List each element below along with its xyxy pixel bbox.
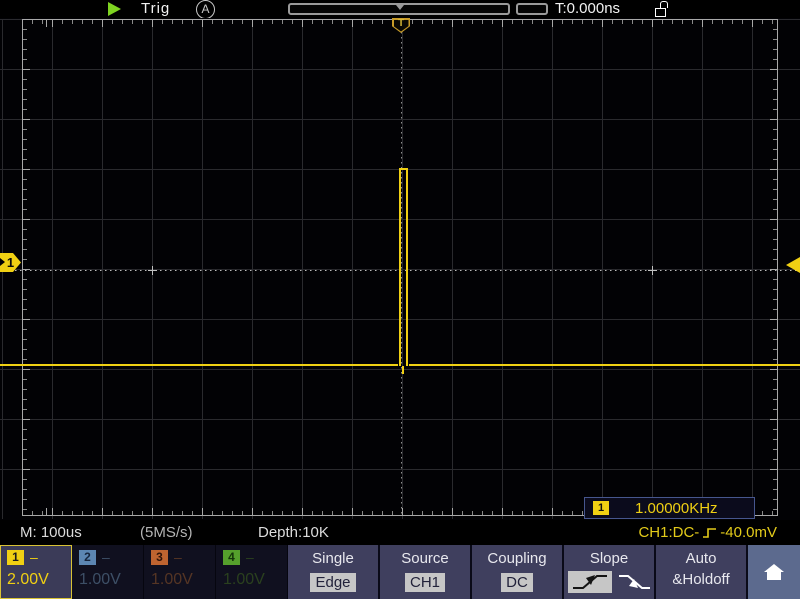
- waveform-rising-edge: [399, 170, 401, 366]
- oscilloscope-screen: Trig A T:0.000ns T 1: [0, 0, 800, 599]
- channel-3-badge: 3: [151, 550, 168, 565]
- trigger-coupling-button[interactable]: Coupling DC: [472, 545, 564, 599]
- record-remainder-segment: [516, 3, 548, 15]
- channel-4-badge: 4: [223, 550, 240, 565]
- bottom-menu-bar: 1 – 2.00V 2 – 1.00V 3 – 1.00V 4 – 1.00V: [0, 545, 800, 599]
- waveform-falling-edge: [406, 170, 408, 366]
- frequency-readout: 1.00000KHz: [635, 500, 718, 517]
- trigger-source-button[interactable]: Source CH1: [380, 545, 472, 599]
- trigger-coupling-value: DC: [501, 573, 533, 592]
- channel-4-box[interactable]: 4 – 1.00V: [216, 545, 288, 599]
- holdoff-label: &Holdoff: [656, 571, 746, 588]
- trigger-level-arrow[interactable]: [786, 257, 800, 273]
- trig-status-label: Trig: [141, 0, 170, 18]
- home-button[interactable]: [748, 545, 800, 599]
- channel-3-box[interactable]: 3 – 1.00V: [144, 545, 216, 599]
- channel-2-scale: 1.00V: [79, 571, 143, 589]
- channel-1-badge: 1: [7, 550, 24, 565]
- channel-2-badge: 2: [79, 550, 96, 565]
- trigger-mode-button[interactable]: Single Edge: [288, 545, 380, 599]
- trigger-position-pointer-icon: [396, 5, 404, 10]
- waveform-baseline-left: [0, 364, 398, 366]
- channel-1-scale: 2.00V: [7, 571, 71, 589]
- trigger-coupling-label: Coupling: [472, 550, 562, 567]
- trigger-source-label: Source: [380, 550, 470, 567]
- record-window-indicator[interactable]: [288, 3, 548, 15]
- waveform-undershoot: [402, 366, 404, 374]
- auto-label: Auto: [656, 550, 746, 567]
- trigger-settings-readout: CH1:DC- -40.0mV: [638, 520, 777, 545]
- auto-trigger-icon: A: [196, 0, 215, 19]
- channel-4-scale: 1.00V: [223, 571, 287, 589]
- channel-3-scale: 1.00V: [151, 571, 215, 589]
- ruler-left: [22, 19, 30, 516]
- timebase-readout: M: 100us: [20, 520, 82, 545]
- horizontal-offset-readout: T:0.000ns: [555, 0, 620, 18]
- auto-holdoff-button[interactable]: Auto &Holdoff: [656, 545, 748, 599]
- trigger-position-dotted-line: [401, 32, 402, 516]
- sample-rate-readout: (5MS/s): [140, 520, 193, 545]
- home-icon: [764, 564, 784, 580]
- channel-2-box[interactable]: 2 – 1.00V: [72, 545, 144, 599]
- trigger-source-value: CH1: [405, 573, 445, 592]
- trigger-level-readout: -40.0mV: [720, 520, 777, 545]
- memory-depth-readout: Depth:10K: [258, 520, 329, 545]
- rising-edge-icon: [702, 525, 717, 541]
- slope-rising-option[interactable]: [568, 571, 612, 593]
- trigger-slope-label: Slope: [564, 550, 654, 567]
- trigger-slope-button[interactable]: Slope: [564, 545, 656, 599]
- trigger-mode-value: Edge: [310, 573, 355, 592]
- freq-channel-badge: 1: [593, 501, 609, 515]
- frequency-counter: 1 1.00000KHz: [584, 497, 755, 519]
- waveform-baseline-right: [409, 364, 800, 366]
- ruler-right: [770, 19, 778, 516]
- reference-cross-left: [148, 266, 157, 275]
- slope-falling-icon[interactable]: [617, 572, 651, 592]
- status-bar: M: 100us (5MS/s) Depth:10K CH1:DC- -40.0…: [0, 520, 800, 545]
- run-state-icon: [108, 2, 121, 16]
- unlock-icon[interactable]: [655, 1, 669, 17]
- trigger-source-coupling: CH1:DC-: [638, 520, 699, 545]
- waveform-display: T 1 1 1.00000KHz: [0, 18, 800, 520]
- slope-rising-icon: [570, 572, 610, 592]
- trigger-mode-label: Single: [288, 550, 378, 567]
- top-status-bar: Trig A T:0.000ns: [0, 0, 800, 18]
- reference-cross-right: [648, 266, 657, 275]
- channel-1-box[interactable]: 1 – 2.00V: [0, 545, 72, 599]
